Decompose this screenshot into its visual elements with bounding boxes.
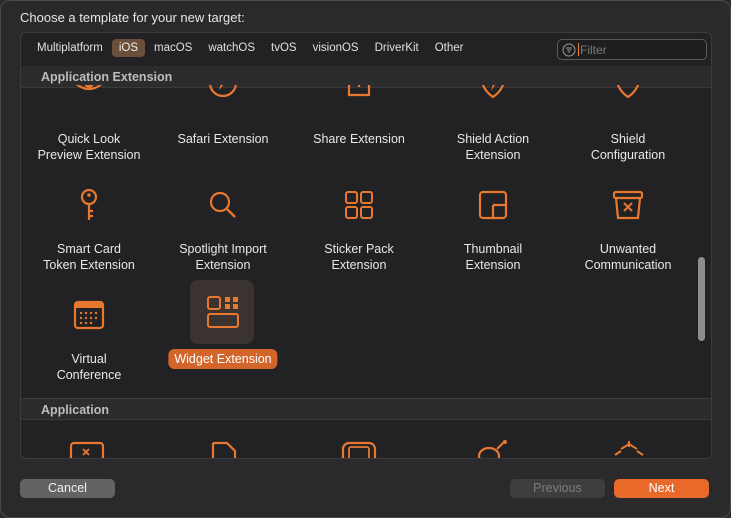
template-label: Safari Extension bbox=[177, 132, 269, 146]
previous-button[interactable]: Previous bbox=[510, 479, 605, 498]
tab-watchos[interactable]: watchOS bbox=[201, 39, 262, 57]
share-icon bbox=[347, 85, 371, 97]
shield-bolt-icon bbox=[481, 85, 505, 99]
dialog-heading: Choose a template for your new target: bbox=[20, 10, 245, 25]
tab-visionos[interactable]: visionOS bbox=[306, 39, 366, 57]
new-target-dialog: Choose a template for your new target: M… bbox=[0, 0, 731, 518]
grid-squares-icon bbox=[345, 191, 373, 219]
template-label: Smart Card bbox=[57, 242, 121, 256]
thumbnail-icon bbox=[478, 190, 508, 220]
template-label: Preview Extension bbox=[37, 148, 141, 162]
template-label: Shield Action bbox=[456, 132, 530, 146]
tab-macos[interactable]: macOS bbox=[147, 39, 199, 57]
game-app-icon[interactable] bbox=[341, 439, 377, 459]
tab-multiplatform[interactable]: Multiplatform bbox=[30, 39, 110, 57]
template-label: Conference bbox=[56, 368, 122, 382]
vertical-scrollbar[interactable] bbox=[698, 257, 705, 341]
key-icon bbox=[80, 188, 98, 220]
template-label: Spotlight Import bbox=[179, 242, 267, 256]
filter-field[interactable] bbox=[557, 39, 707, 60]
template-label: Communication bbox=[584, 258, 672, 272]
trash-x-icon bbox=[612, 190, 644, 220]
template-label: Unwanted bbox=[599, 242, 657, 256]
eye-icon bbox=[75, 85, 103, 91]
template-label: Extension bbox=[465, 148, 521, 162]
augmented-reality-app-icon[interactable] bbox=[473, 439, 513, 459]
tab-ios[interactable]: iOS bbox=[111, 39, 145, 57]
template-label: Extension bbox=[331, 258, 387, 272]
template-label: Sticker Pack bbox=[324, 242, 394, 256]
filter-icon bbox=[562, 43, 576, 56]
template-label-selected: Widget Extension bbox=[168, 349, 278, 369]
template-label: Quick Look bbox=[57, 132, 121, 146]
magnifier-icon bbox=[209, 191, 236, 218]
next-button[interactable]: Next bbox=[614, 479, 709, 498]
template-label: Share Extension bbox=[313, 132, 405, 146]
cancel-button[interactable]: Cancel bbox=[20, 479, 115, 498]
template-label: Shield bbox=[610, 132, 646, 146]
tab-driverkit[interactable]: DriverKit bbox=[368, 39, 426, 57]
calendar-icon bbox=[73, 300, 105, 330]
sticker-app-icon[interactable] bbox=[611, 439, 647, 459]
template-label: Thumbnail bbox=[463, 242, 523, 256]
template-label: Virtual bbox=[71, 352, 107, 366]
template-label: Extension bbox=[465, 258, 521, 272]
document-app-icon[interactable] bbox=[205, 439, 241, 459]
filter-input[interactable] bbox=[579, 42, 690, 57]
widget-icon bbox=[207, 296, 239, 328]
template-panel: Multiplatform iOS macOS watchOS tvOS vis… bbox=[20, 32, 712, 459]
tab-tvos[interactable]: tvOS bbox=[264, 39, 304, 57]
shield-gear-icon bbox=[616, 85, 640, 99]
template-label: Token Extension bbox=[43, 258, 135, 272]
section-header-application: Application bbox=[21, 398, 711, 420]
tab-other[interactable]: Other bbox=[428, 39, 471, 57]
compass-icon bbox=[209, 85, 237, 98]
template-label: Extension bbox=[195, 258, 251, 272]
template-label: Configuration bbox=[590, 148, 666, 162]
app-template-icon[interactable] bbox=[69, 439, 105, 459]
